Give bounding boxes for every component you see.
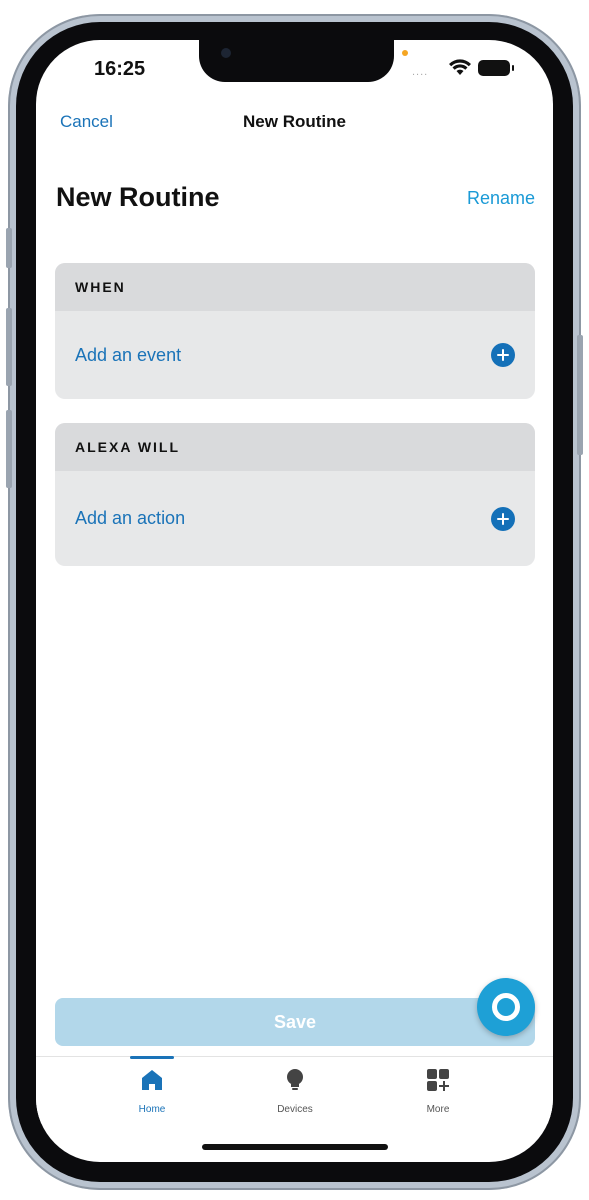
signal-dots: .... [412,66,429,78]
camera-icon [221,48,231,58]
lightbulb-icon [287,1069,303,1090]
tab-devices[interactable]: Devices [255,1067,335,1115]
page-title: New Routine [56,182,220,212]
volume-down-button [6,410,12,488]
alexa-will-section: ALEXA WILL Add an action [55,423,535,566]
add-circle-icon[interactable] [491,343,515,367]
home-icon [142,1070,162,1090]
rename-button[interactable]: Rename [467,188,535,209]
notch [199,40,394,82]
tab-more[interactable]: More [398,1067,478,1115]
tab-more-label: More [426,1104,450,1115]
more-grid-icon [427,1069,449,1091]
home-indicator[interactable] [202,1144,388,1150]
tab-home-label: Home [138,1104,166,1115]
screen: 16:25 .... Cancel New Routine New Routin… [36,40,553,1162]
nav-title: New Routine [243,112,346,131]
tab-devices-label: Devices [277,1104,313,1115]
when-heading: WHEN [55,263,535,311]
alexa-button[interactable] [477,978,535,1036]
save-button[interactable]: Save [55,998,535,1046]
add-action-label: Add an action [75,508,186,528]
battery-icon [478,60,514,76]
when-section: WHEN Add an event [55,263,535,399]
active-tab-indicator [130,1056,174,1059]
wifi-icon [449,59,471,75]
add-event-label: Add an event [75,344,182,365]
status-time: 16:25 [94,58,146,80]
add-circle-icon[interactable] [491,506,515,531]
alexa-will-heading: ALEXA WILL [55,423,535,471]
silent-switch [6,228,12,268]
add-action-row[interactable]: Add an action [55,471,535,566]
power-button [577,335,583,455]
privacy-indicator-dot [402,50,408,56]
alexa-ring-icon [492,993,520,1021]
add-event-row[interactable]: Add an event [55,311,535,399]
tab-home[interactable]: Home [112,1067,192,1115]
volume-up-button [6,308,12,386]
tab-bar: Home Devices More [36,1056,553,1124]
